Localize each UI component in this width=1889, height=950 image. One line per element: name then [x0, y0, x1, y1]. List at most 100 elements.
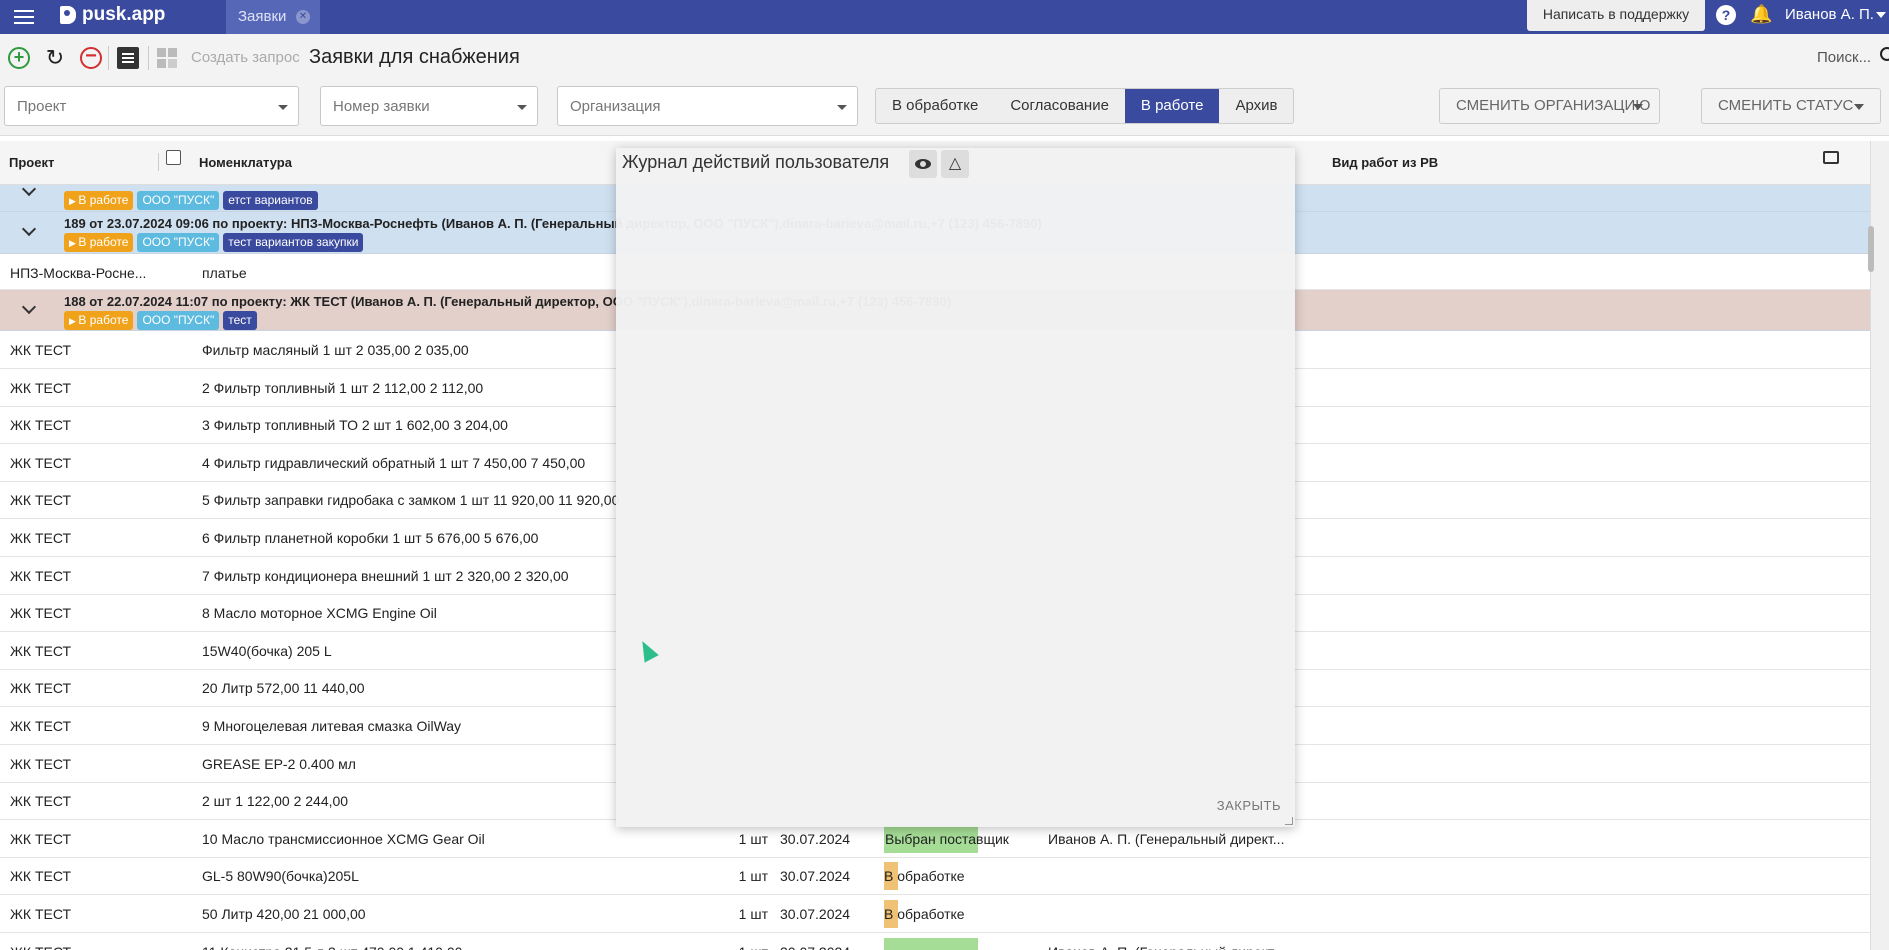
column-header-project[interactable]: Проект: [9, 155, 54, 170]
cell-project: ЖК ТЕСТ: [10, 417, 72, 434]
cell-nomenclature: 10 Масло трансмиссионное XCMG Gear Oil: [202, 830, 485, 847]
change-status-label: СМЕНИТЬ СТАТУС: [1718, 97, 1854, 114]
cell-nomenclature: 6 Фильтр планетной коробки 1 шт 5 676,00…: [202, 530, 539, 546]
cell-project: НПЗ-Москва-Росне...: [10, 265, 147, 281]
cell-date: 30.07.2024: [780, 906, 851, 922]
status-badge: В работе: [64, 191, 134, 210]
cell-project: ЖК ТЕСТ: [10, 944, 71, 950]
cell-project: ЖК ТЕСТ: [10, 680, 72, 697]
close-button[interactable]: ЗАКРЫТЬ: [1217, 798, 1281, 813]
chevron-down-icon[interactable]: [21, 221, 37, 237]
cell-nomenclature: 50 Литр 420,00 21 000,00: [202, 906, 366, 922]
request-number-select[interactable]: Номер заявки: [320, 86, 538, 126]
remove-icon[interactable]: −: [80, 46, 102, 69]
tab-close-icon[interactable]: ✕: [296, 10, 310, 24]
change-organization-button[interactable]: СМЕНИТЬ ОРГАНИЗАЦИЮ: [1439, 88, 1660, 124]
search-icon[interactable]: [1880, 47, 1889, 61]
refresh-icon[interactable]: ↻: [44, 47, 66, 69]
dialog-title: Журнал действий пользователя: [622, 152, 890, 172]
organization-select[interactable]: Организация: [557, 86, 858, 126]
select-all-checkbox[interactable]: [166, 150, 181, 165]
tab-in-work[interactable]: В работе: [1124, 89, 1220, 123]
column-divider: [158, 153, 159, 171]
cell-nomenclature: 4 Фильтр гидравлический обратный 1 шт 7 …: [202, 454, 586, 471]
eye-icon[interactable]: [909, 150, 937, 178]
table-row[interactable]: ЖК ТЕСТ 11 Канистра 21,5 л 3 шт 470,00 1 …: [0, 933, 1870, 950]
tag-badge: тест: [223, 311, 257, 330]
tab-approval[interactable]: Согласование: [994, 89, 1125, 123]
cell-status: Выбран поставщик: [884, 824, 1009, 853]
chevron-down-icon: [837, 105, 847, 110]
table-row[interactable]: ЖК ТЕСТ GL-5 80W90(бочка)205L 1 шт 30.07.20…: [0, 857, 1870, 896]
cell-project: ЖК ТЕСТ: [10, 830, 72, 847]
divider: [108, 46, 109, 70]
page-title: Заявки для снабжения: [309, 46, 520, 68]
group-badges: В работе ООО "ПУСК" тест: [64, 311, 257, 330]
chevron-down-icon[interactable]: [21, 181, 37, 197]
chevron-down-icon[interactable]: [21, 299, 37, 315]
chevron-down-icon: [1633, 104, 1643, 110]
project-select[interactable]: Проект: [4, 86, 299, 126]
chevron-down-icon[interactable]: [1876, 12, 1886, 18]
top-bar: pusk.app Заявки ✕ Написать в поддержку ?…: [0, 0, 1889, 34]
cell-nomenclature: 20 Литр 572,00 11 440,00: [202, 680, 365, 697]
comment-icon[interactable]: [1823, 151, 1839, 164]
resize-handle-icon[interactable]: [1285, 817, 1293, 825]
change-organization-label: СМЕНИТЬ ОРГАНИЗАЦИЮ: [1456, 97, 1651, 114]
cell-nomenclature: 8 Масло моторное XCMG Engine Oil: [202, 605, 437, 622]
menu-icon[interactable]: [14, 6, 34, 26]
cell-date: 30.07.2024: [780, 830, 851, 847]
cell-quantity: 1 шт: [720, 944, 768, 950]
chevron-down-icon: [278, 105, 288, 110]
user-menu[interactable]: Иванов А. П.: [1785, 6, 1874, 23]
scrollbar[interactable]: [1868, 226, 1874, 272]
filter-bar: Проект Номер заявки Организация В обрабо…: [0, 82, 1889, 136]
tag-badge: тест вариантов закупки: [223, 233, 364, 252]
cell-nomenclature: 15W40(бочка) 205 L: [202, 642, 332, 659]
table-row[interactable]: ЖК ТЕСТ 50 Литр 420,00 21 000,00 1 шт 30.07…: [0, 895, 1870, 933]
bell-icon[interactable]: 🔔: [1750, 4, 1772, 25]
cell-nomenclature: Фильтр масляный 1 шт 2 035,00 2 035,00: [202, 342, 469, 358]
grid-add-icon[interactable]: [156, 47, 178, 69]
help-icon[interactable]: ?: [1716, 5, 1736, 25]
cell-project: ЖК ТЕСТ: [10, 530, 72, 546]
search-input[interactable]: Поиск...: [1817, 49, 1871, 66]
cell-nomenclature: платье: [202, 265, 247, 281]
cell-responsible: Иванов А. П. (Генеральный директ...: [1048, 830, 1285, 847]
tab-requests[interactable]: Заявки ✕: [226, 0, 320, 34]
cell-project: ЖК ТЕСТ: [10, 454, 72, 471]
cell-nomenclature: 2 Фильтр топливный 1 шт 2 112,00 2 112,0…: [202, 379, 484, 396]
create-request-button[interactable]: Создать запрос: [191, 49, 300, 66]
change-status-button[interactable]: СМЕНИТЬ СТАТУС: [1701, 88, 1881, 124]
add-icon[interactable]: +: [8, 47, 30, 69]
app-logo[interactable]: pusk.app: [60, 4, 165, 26]
cell-project: ЖК ТЕСТ: [10, 605, 72, 622]
warning-icon[interactable]: △: [941, 150, 969, 178]
chevron-down-icon: [517, 105, 527, 110]
toolbar: + ↻ − Создать запрос Заявки для снабжени…: [0, 34, 1889, 82]
support-button[interactable]: Написать в поддержку: [1527, 0, 1705, 31]
cell-nomenclature: 7 Фильтр кондиционера внешний 1 шт 2 320…: [202, 567, 569, 584]
cell-responsible: Иванов А. П. (Генеральный директ...: [1048, 944, 1284, 950]
column-header-nomenclature[interactable]: Номенклатура: [199, 155, 292, 170]
cell-nomenclature: GL-5 80W90(бочка)205L: [202, 868, 359, 885]
tab-label: Заявки: [238, 8, 287, 25]
document-icon[interactable]: [117, 47, 139, 69]
logo-mark-icon: [60, 6, 76, 24]
cell-status: В обработке: [884, 862, 965, 891]
cell-status: [884, 937, 978, 950]
cell-date: 30.07.2024: [780, 944, 850, 950]
cell-nomenclature: 9 Многоцелевая литевая смазка OilWay: [202, 718, 462, 734]
cell-date: 30.07.2024: [780, 868, 851, 885]
tab-archive[interactable]: Архив: [1219, 89, 1293, 123]
cell-quantity: 1 шт: [738, 906, 768, 922]
organization-badge: ООО "ПУСК": [137, 233, 220, 252]
dialog-body: [616, 184, 1295, 791]
tab-in-processing[interactable]: В обработке: [876, 89, 994, 123]
cell-project: ЖК ТЕСТ: [10, 642, 72, 659]
status-badge: В работе: [64, 311, 134, 330]
cell-quantity: 1 шт: [738, 868, 768, 885]
column-header-work-type[interactable]: Вид работ из РВ: [1332, 155, 1438, 170]
logo-text: pusk.app: [82, 4, 166, 25]
cell-nomenclature: 3 Фильтр топливный ТО 2 шт 1 602,00 3 20…: [202, 417, 508, 434]
